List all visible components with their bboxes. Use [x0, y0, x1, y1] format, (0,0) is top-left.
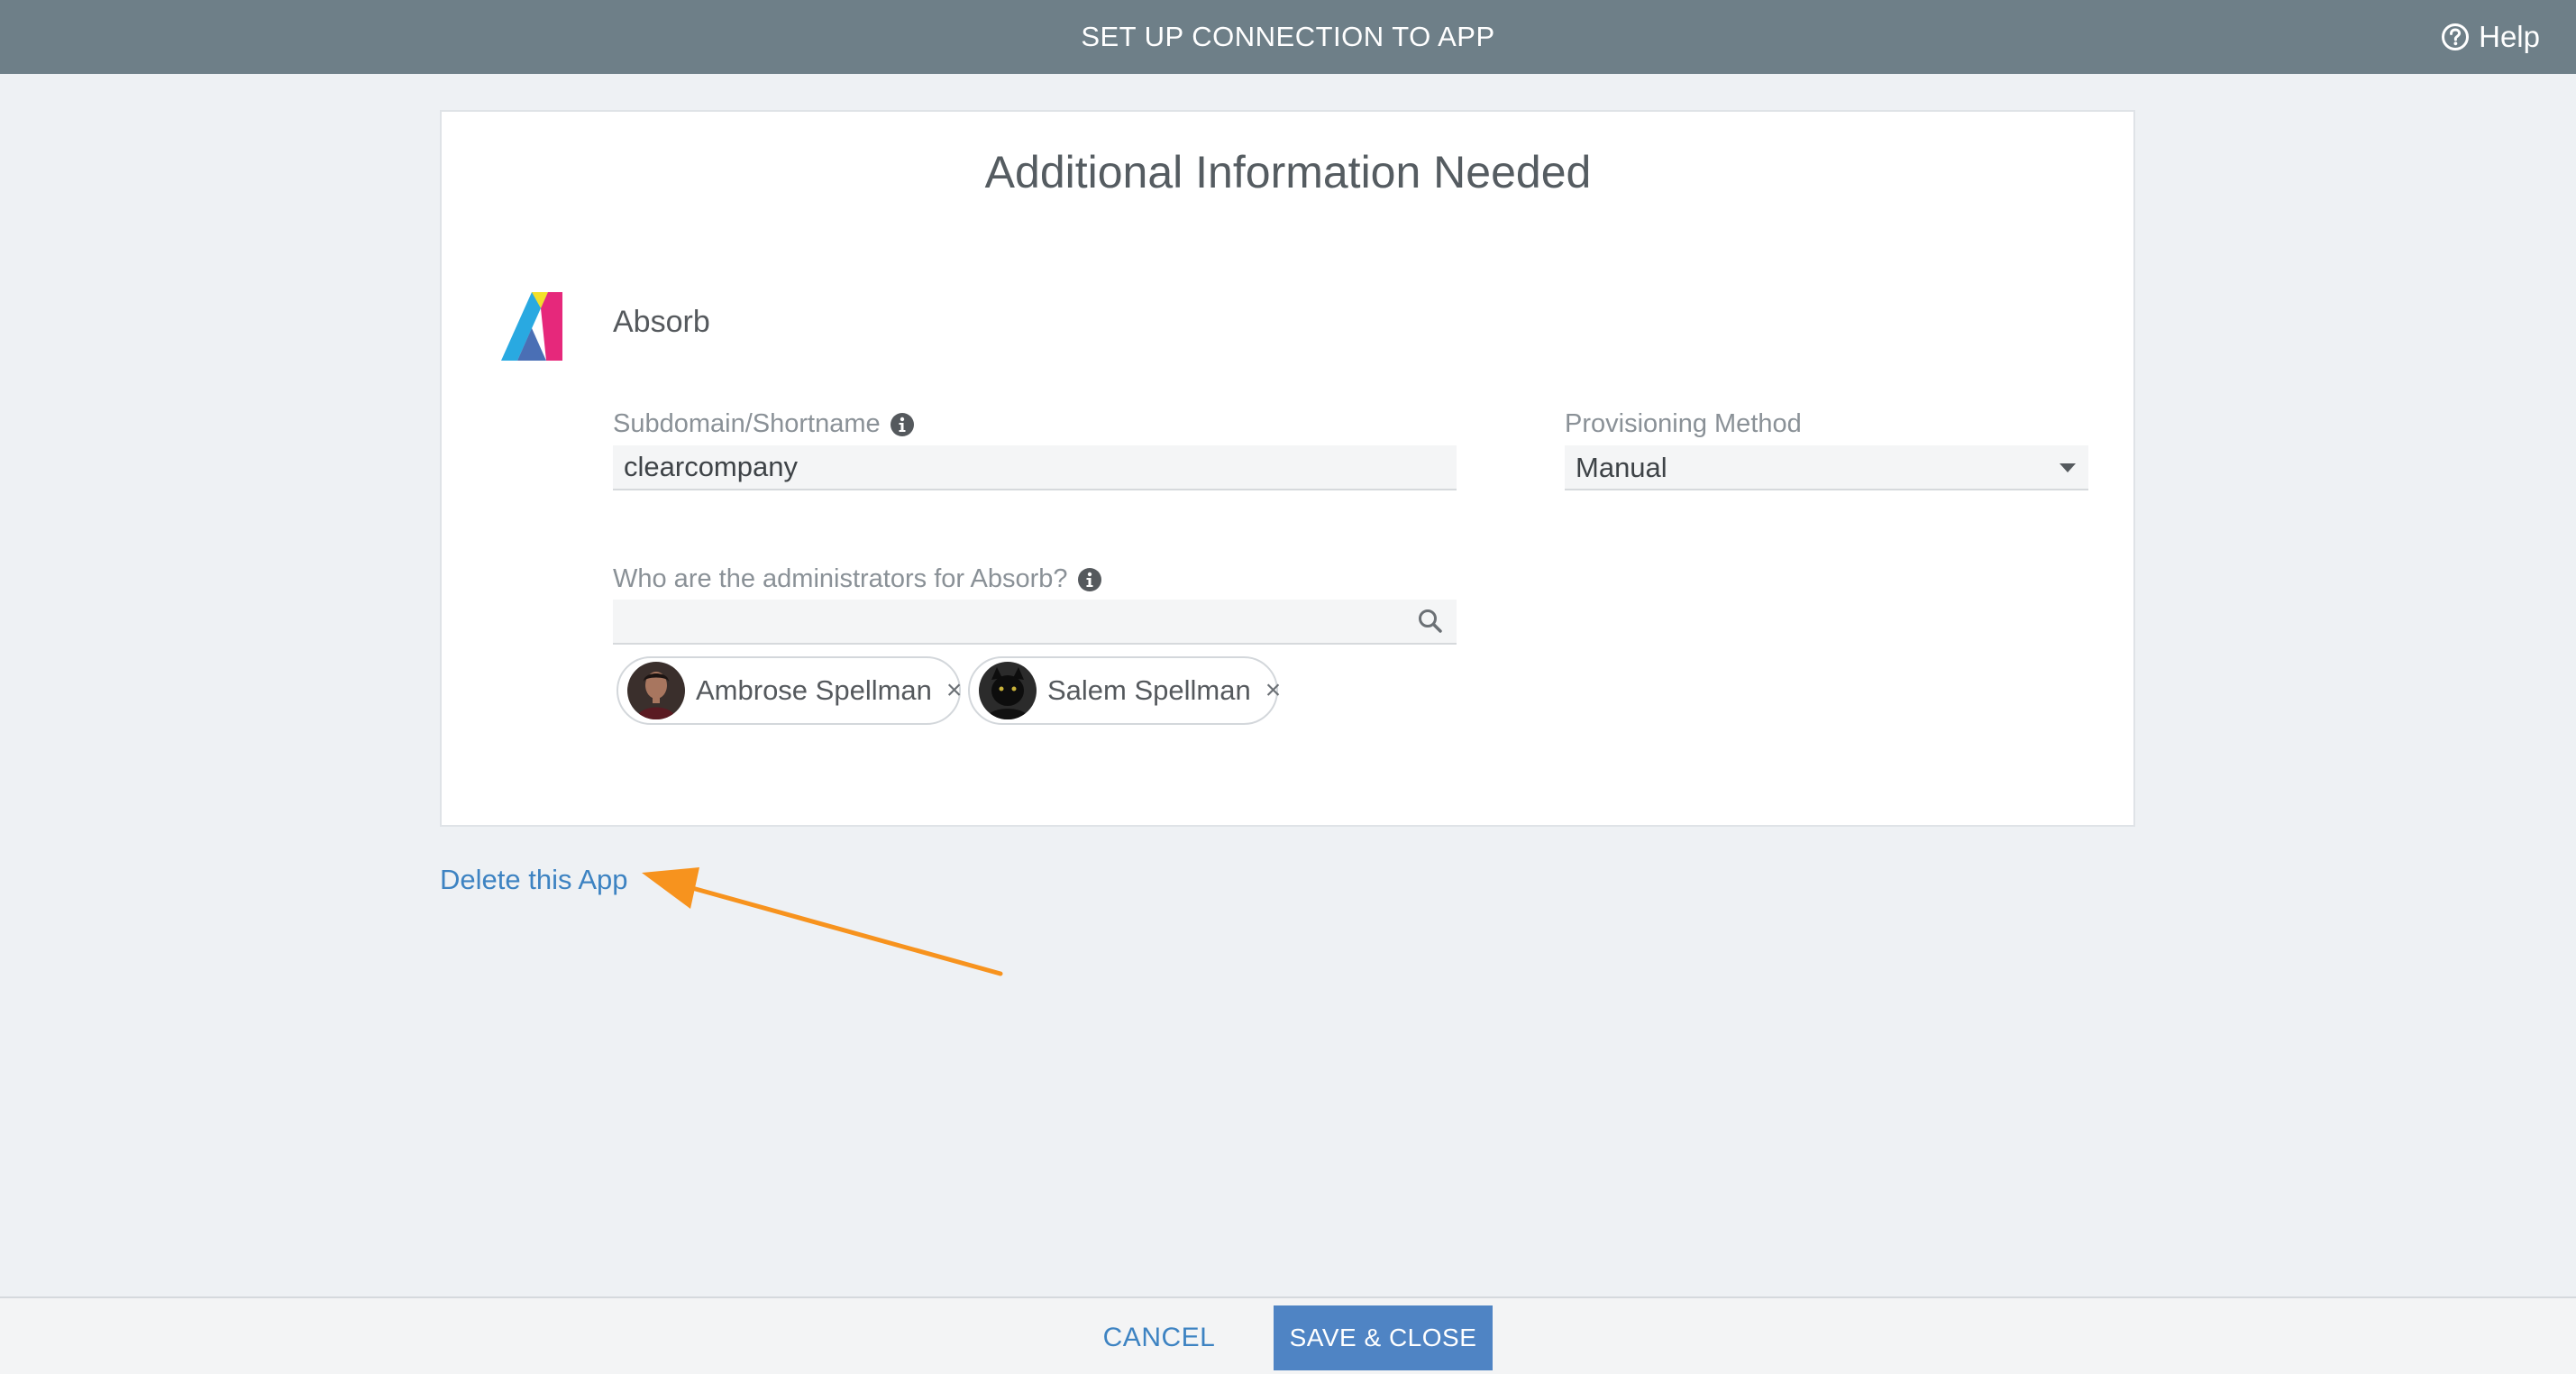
save-and-close-button[interactable]: SAVE & CLOSE [1274, 1305, 1493, 1370]
avatar [627, 662, 685, 719]
remove-admin-button[interactable]: × [1265, 675, 1282, 706]
help-label: Help [2479, 20, 2540, 53]
app-name: Absorb [613, 305, 710, 339]
help-link[interactable]: Help [2441, 0, 2540, 74]
subdomain-input[interactable] [613, 445, 1457, 490]
administrators-label: Who are the administrators for Absorb? [613, 564, 1102, 594]
provisioning-selected-value: Manual [1576, 452, 1667, 483]
provisioning-method-select[interactable]: Manual [1565, 445, 2088, 490]
question-circle-icon [2442, 23, 2470, 50]
admin-chip: Ambrose Spellman × [617, 656, 963, 725]
subdomain-label: Subdomain/Shortname [613, 409, 915, 439]
search-icon[interactable] [1417, 608, 1444, 635]
cancel-button[interactable]: CANCEL [1092, 1305, 1226, 1370]
page-title: SET UP CONNECTION TO APP [1081, 21, 1495, 52]
subdomain-label-text: Subdomain/Shortname [613, 409, 881, 438]
provisioning-label-text: Provisioning Method [1565, 409, 1802, 438]
remove-admin-button[interactable]: × [946, 675, 963, 706]
info-icon[interactable] [890, 412, 915, 437]
top-bar: SET UP CONNECTION TO APP Help [0, 0, 2576, 74]
admin-name: Salem Spellman [1047, 674, 1251, 706]
annotation-arrow-icon [642, 867, 1003, 976]
administrators-search-input[interactable] [613, 600, 1457, 645]
admin-name: Ambrose Spellman [696, 674, 932, 706]
info-icon[interactable] [1077, 567, 1102, 592]
delete-app-link[interactable]: Delete this App [440, 864, 628, 896]
card-heading: Additional Information Needed [984, 147, 1592, 197]
absorb-logo [501, 292, 562, 361]
provisioning-label: Provisioning Method [1565, 409, 1802, 439]
administrators-label-text: Who are the administrators for Absorb? [613, 564, 1068, 593]
caret-down-icon [2060, 463, 2076, 472]
admin-chip: Salem Spellman × [968, 656, 1281, 725]
avatar [979, 662, 1037, 719]
